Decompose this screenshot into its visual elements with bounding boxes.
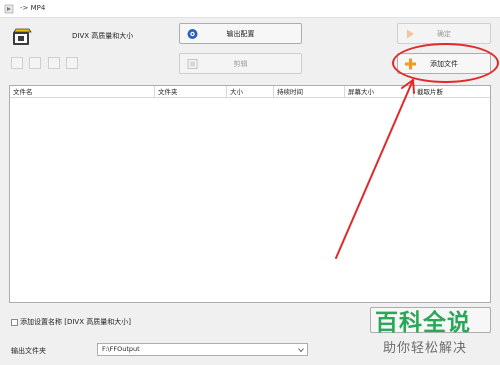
clip-label: 剪辑: [233, 59, 248, 68]
output-folder-label: 输出文件夹: [11, 347, 46, 355]
column-header-screen-size[interactable]: 屏幕大小: [345, 86, 414, 98]
add-setting-name-checkbox[interactable]: [11, 318, 18, 326]
app-icon: [4, 4, 14, 14]
window-title: -> MP4: [20, 4, 46, 12]
table-header: 文件名 文件夹 大小 持续时间 屏幕大小 截取片断: [10, 86, 490, 98]
scissors-film-icon: [187, 58, 198, 69]
chevron-down-icon[interactable]: [298, 347, 304, 353]
file-options-button[interactable]: [11, 57, 23, 69]
arrow-right-icon: [407, 29, 414, 38]
clip-button[interactable]: 剪辑: [179, 53, 302, 74]
add-setting-name-label: 添加设置名称 [DIVX 高质量和大小]: [20, 318, 131, 326]
watermark-brand: 百科全说: [375, 310, 471, 336]
output-config-label: 输出配置: [226, 29, 255, 38]
remove-button[interactable]: [29, 57, 41, 69]
file-table[interactable]: 文件名 文件夹 大小 持续时间 屏幕大小 截取片断: [9, 85, 491, 303]
column-header-clip[interactable]: 截取片断: [414, 86, 490, 98]
add-setting-name-option[interactable]: 添加设置名称 [DIVX 高质量和大小]: [11, 317, 131, 327]
title-bar: -> MP4: [0, 0, 500, 18]
ok-button[interactable]: 确定: [397, 23, 491, 44]
watermark-logo: 百科全说 助你轻松解决: [372, 303, 500, 365]
play-button[interactable]: [66, 57, 78, 69]
column-header-size[interactable]: 大小: [227, 86, 274, 98]
watermark-tagline: 助你轻松解决: [383, 341, 468, 356]
output-folder-value: F:\FFOutput: [102, 345, 140, 353]
column-header-duration[interactable]: 持续时间: [274, 86, 345, 98]
profile-label: DIVX 高质量和大小: [72, 32, 134, 40]
settings-disc-icon: [187, 28, 198, 39]
clear-button[interactable]: [48, 57, 60, 69]
video-film-icon: [13, 28, 32, 45]
output-config-button[interactable]: 输出配置: [179, 23, 302, 44]
column-header-filename[interactable]: 文件名: [10, 86, 155, 98]
ok-label: 确定: [437, 29, 451, 38]
annotation-highlight-ellipse: [392, 43, 499, 83]
output-folder-select[interactable]: F:\FFOutput: [97, 343, 308, 356]
column-header-folder[interactable]: 文件夹: [155, 86, 227, 98]
